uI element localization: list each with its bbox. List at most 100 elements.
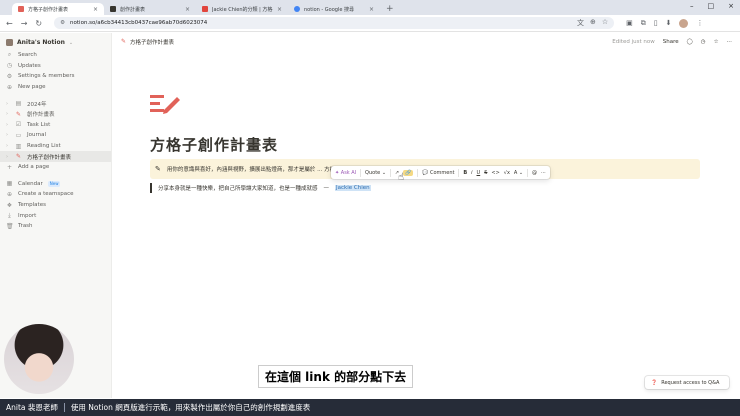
browser-tab[interactable]: 創作計畫表 ×	[104, 3, 196, 15]
pen-icon: ✎	[121, 38, 127, 45]
mention-icon[interactable]: @	[532, 170, 537, 176]
sidebar-item-label: Import	[18, 212, 37, 219]
forward-icon[interactable]: →	[21, 19, 28, 28]
browser-tab[interactable]: notion - Google 搜尋 ×	[288, 3, 380, 15]
tab-title: notion - Google 搜尋	[304, 6, 355, 13]
sidebar-item-templates[interactable]: ❖ Templates	[0, 200, 111, 211]
link-button[interactable]: 🔗	[403, 169, 414, 176]
history-icon[interactable]: ◷	[701, 39, 706, 45]
profile-avatar[interactable]	[679, 18, 689, 28]
sidebar-item-label: Add a page	[18, 164, 50, 171]
close-tab-icon[interactable]: ×	[369, 6, 374, 13]
maximize-icon[interactable]: □	[708, 2, 715, 10]
add-page-button[interactable]: + Add a page	[0, 162, 111, 173]
chevron-right-icon[interactable]: ›	[6, 132, 10, 138]
site-info-icon[interactable]: ⚙	[60, 20, 65, 26]
more-menu-icon[interactable]: ⋮	[696, 19, 703, 28]
more-options-icon[interactable]: ⋯	[541, 170, 546, 176]
journal-icon: ▭	[15, 131, 22, 139]
workspace-switcher[interactable]: Anita's Notion ⌄	[0, 37, 111, 50]
minimize-icon[interactable]: –	[690, 2, 694, 10]
browser-tab[interactable]: Jackie Chien的分類 | 方格子 v... ×	[196, 3, 288, 15]
chevron-right-icon[interactable]: ›	[6, 122, 10, 128]
download-icon[interactable]: ⬇	[666, 19, 672, 28]
sidebar-item-calendar[interactable]: ▦ Calendar New	[0, 179, 111, 190]
quote-text[interactable]: 分享本身就是一種快樂，把自己所學讓大家知道，也是一種成就感	[158, 184, 318, 192]
clock-icon: ◷	[6, 62, 13, 70]
sidebar-page[interactable]: › ✎ 創作計畫表	[0, 109, 111, 120]
divider	[417, 168, 419, 177]
reload-icon[interactable]: ↻	[35, 19, 42, 28]
tab-title: Jackie Chien的分類 | 方格子 v...	[212, 6, 273, 13]
sidebar-item-new-page[interactable]: ⊕ New page	[0, 82, 111, 93]
strikethrough-button[interactable]: S	[484, 170, 487, 176]
browser-tab-strip: 方格子創作計畫表 × 創作計畫表 × Jackie Chien的分類 | 方格子…	[0, 0, 740, 15]
browser-tab[interactable]: 方格子創作計畫表 ×	[12, 3, 104, 15]
bold-button[interactable]: B	[463, 170, 467, 176]
close-window-icon[interactable]: ×	[728, 2, 734, 10]
callout-text[interactable]: 用你的意識與喜好，內涵與視野，擴展出點燈商，那才是屬於 ... 方格子 ...	[167, 165, 348, 173]
sidebar-item-updates[interactable]: ◷ Updates	[0, 61, 111, 72]
sidebar-item-create-teamspace[interactable]: ⊕ Create a teamspace	[0, 189, 111, 200]
bookmark-star-icon[interactable]: ☆	[602, 18, 608, 28]
puzzle-icon[interactable]: ⧉	[641, 19, 646, 28]
translate-icon[interactable]: 文	[577, 18, 584, 28]
chevron-right-icon[interactable]: ›	[6, 143, 10, 149]
page-title[interactable]: 方格子創作計畫表	[150, 134, 278, 155]
share-button[interactable]: Share	[663, 39, 679, 45]
equation-button[interactable]: √x	[504, 170, 510, 176]
zoom-icon[interactable]: ⊕	[590, 18, 596, 28]
sidebar-item-search[interactable]: ⌕ Search	[0, 50, 111, 61]
sidebar-page[interactable]: › ☑ Task List	[0, 120, 111, 131]
comment-icon[interactable]: ◯	[687, 39, 693, 45]
banner-caption: 使用 Notion 網頁版進行示範，用來製作出屬於你自己的創作規劃進度表	[70, 403, 311, 412]
sidebar-item-trash[interactable]: 🗑 Trash	[0, 221, 111, 232]
divider	[458, 168, 460, 177]
chevron-right-icon[interactable]: ›	[6, 101, 10, 107]
new-badge: New	[47, 180, 61, 187]
sidebar-page[interactable]: › ▥ Reading List	[0, 141, 111, 152]
chevron-right-icon[interactable]: ›	[6, 154, 10, 160]
quote-label: Quote	[365, 169, 381, 176]
turn-into-quote-button[interactable]: Quote ⌄	[365, 170, 386, 176]
sidebar-page[interactable]: › ▭ Journal	[0, 130, 111, 141]
breadcrumb[interactable]: 方格子創作計畫表	[130, 38, 174, 46]
request-access-button[interactable]: ❓ Request access to Q&A	[645, 376, 729, 389]
text-color-button[interactable]: A ⌄	[514, 170, 523, 176]
selected-author-text[interactable]: Jackie Chien	[335, 185, 371, 191]
import-icon: ⤓	[8, 211, 11, 219]
quote-block[interactable]: 分享本身就是一種快樂，把自己所學讓大家知道，也是一種成就感 — Jackie C…	[150, 183, 371, 193]
chevron-right-icon[interactable]: ›	[6, 111, 10, 117]
notion-favicon-icon	[110, 6, 116, 12]
italic-button[interactable]: i	[471, 170, 472, 176]
underline-button[interactable]: U	[477, 170, 481, 176]
url-bar[interactable]: ⚙ notion.so/a6cb34413cb0437cae96ab70d602…	[54, 17, 615, 29]
close-tab-icon[interactable]: ×	[185, 6, 190, 13]
sidebar-item-label: Search	[18, 52, 37, 59]
favorite-star-icon[interactable]: ☆	[714, 39, 719, 45]
teamspace-icon: ⊕	[6, 190, 13, 198]
side-panel-icon[interactable]: ▯	[654, 19, 658, 28]
edited-status: Edited just now	[612, 38, 655, 45]
sidebar-item-settings[interactable]: ⚙ Settings & members	[0, 71, 111, 82]
more-options-icon[interactable]: ⋯	[727, 39, 733, 45]
page-pen-icon[interactable]	[150, 92, 182, 114]
back-icon[interactable]: ←	[6, 19, 13, 28]
new-tab-icon[interactable]: +	[380, 3, 400, 15]
template-icon: ❖	[6, 201, 13, 209]
extension-icon[interactable]: ▣	[626, 19, 633, 28]
search-icon: ⌕	[7, 51, 12, 59]
sidebar-item-import[interactable]: ⤓ Import	[0, 210, 111, 221]
google-favicon-icon	[294, 6, 300, 12]
book-icon: ▥	[15, 142, 22, 150]
comment-button[interactable]: 💬 Comment	[422, 170, 454, 176]
close-tab-icon[interactable]: ×	[277, 6, 282, 13]
ask-ai-button[interactable]: ✦ Ask AI	[335, 170, 356, 176]
sidebar-page-active[interactable]: › ✎ 方格子創作計畫表	[0, 151, 111, 162]
sidebar-item-label: Create a teamspace	[18, 191, 74, 198]
code-button[interactable]: <>	[491, 170, 499, 176]
divider	[63, 403, 65, 412]
close-tab-icon[interactable]: ×	[93, 6, 98, 13]
hand-pointer-icon: ☝	[398, 172, 405, 183]
sidebar-page[interactable]: › ▤ 2024年	[0, 98, 111, 109]
